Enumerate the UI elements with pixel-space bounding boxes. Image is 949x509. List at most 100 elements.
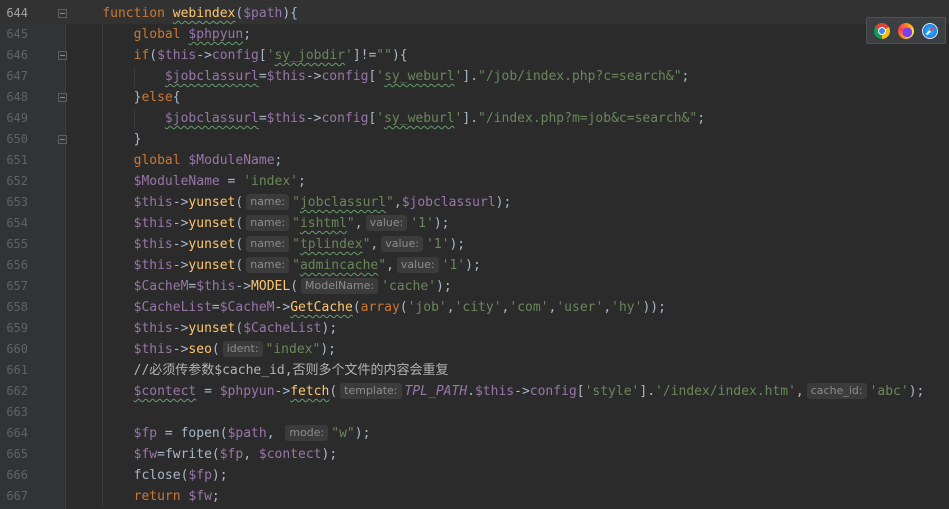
code-text[interactable]: $fw=fwrite($fp, $contect);	[71, 444, 337, 465]
code-text[interactable]: $this->yunset(name: "admincache", value: '1…	[71, 255, 481, 276]
code-line[interactable]: 652 $ModuleName = 'index';	[0, 171, 949, 192]
code-text[interactable]: $CacheM=$this->MODEL(ModelName:'cache');	[71, 276, 452, 297]
code-line[interactable]: 647 $jobclassurl=$this->config['sy_webur…	[0, 66, 949, 87]
code-line[interactable]: 659 $this->yunset($CacheList);	[0, 318, 949, 339]
line-number[interactable]: 666	[0, 465, 28, 486]
current-code-line[interactable]: 644 function webindex($path){	[0, 3, 949, 24]
safari-icon[interactable]	[922, 22, 938, 39]
variable-token: $this	[133, 321, 173, 336]
code-text[interactable]: $this->yunset($CacheList);	[71, 318, 337, 339]
code-text[interactable]: fclose($fp);	[71, 465, 228, 486]
line-number[interactable]: 655	[0, 234, 28, 255]
operator-token: =	[219, 174, 244, 189]
code-line[interactable]: 658 $CacheList=$CacheM->GetCache(array('…	[0, 297, 949, 318]
code-line[interactable]: 651 global $ModuleName;	[0, 150, 949, 171]
code-line[interactable]: 662 $contect = $phpyun->fetch(template: T…	[0, 381, 949, 402]
string-token: '	[376, 69, 385, 84]
string-token: 'hy'	[611, 300, 643, 315]
code-line[interactable]: 645 global $phpyun;	[0, 24, 949, 45]
code-line[interactable]: 655 $this->yunset(name: "tplindex", value:…	[0, 234, 949, 255]
code-text[interactable]: $this->yunset(name: "jobclassurl",$jobcla…	[71, 192, 511, 213]
code-text[interactable]: global $phpyun;	[71, 24, 251, 45]
code-line[interactable]: 648 }else{	[0, 87, 949, 108]
code-editor[interactable]: 644 function webindex($path){645 global …	[0, 0, 949, 509]
line-number[interactable]: 663	[0, 402, 28, 423]
operator-token: ,	[370, 237, 379, 252]
code-text[interactable]: if($this->config['sy_jobdir']!=""){	[71, 45, 408, 66]
indent-guide	[102, 465, 104, 486]
line-number[interactable]: 646	[0, 45, 28, 66]
line-number[interactable]: 649	[0, 108, 28, 129]
code-text[interactable]: }else{	[71, 87, 181, 108]
code-text[interactable]: return $fw;	[71, 486, 220, 507]
line-number[interactable]: 651	[0, 150, 28, 171]
code-line[interactable]: 649 $jobclassurl=$this->config['sy_webur…	[0, 108, 949, 129]
line-number[interactable]: 648	[0, 87, 28, 108]
line-number[interactable]: 661	[0, 360, 28, 381]
code-text[interactable]: function webindex($path){	[71, 3, 298, 24]
line-number[interactable]: 658	[0, 297, 28, 318]
line-number[interactable]: 652	[0, 171, 28, 192]
line-number[interactable]: 667	[0, 486, 28, 507]
line-number[interactable]: 657	[0, 276, 28, 297]
line-number[interactable]: 662	[0, 381, 28, 402]
variable-token: $ModuleName	[133, 174, 220, 189]
code-text[interactable]: }	[71, 129, 141, 150]
line-number[interactable]: 664	[0, 423, 28, 444]
code-line[interactable]: 653 $this->yunset(name: "jobclassurl",$jo…	[0, 192, 949, 213]
fold-toggle-icon[interactable]	[58, 93, 67, 102]
indent-guide	[102, 486, 104, 507]
code-text[interactable]: $jobclassurl=$this->config['sy_weburl'].…	[71, 66, 689, 87]
line-number[interactable]: 645	[0, 24, 28, 45]
line-number[interactable]: 653	[0, 192, 28, 213]
fold-toggle-icon[interactable]	[58, 9, 67, 18]
code-text[interactable]: $this->yunset(name: "ishtml", value: '1');	[71, 213, 449, 234]
firefox-icon[interactable]	[898, 22, 914, 39]
line-number[interactable]: 650	[0, 129, 28, 150]
code-line[interactable]: 656 $this->yunset(name: "admincache", valu…	[0, 255, 949, 276]
code-text[interactable]: $ModuleName = 'index';	[71, 171, 306, 192]
code-text[interactable]: $this->seo(ident: "index");	[71, 339, 336, 360]
code-line[interactable]: 660 $this->seo(ident: "index");	[0, 339, 949, 360]
code-line[interactable]: 661 //必须传参数$cache_id,否则多个文件的内容会重复	[0, 360, 949, 381]
code-text[interactable]: $fp = fopen($path, mode: "w");	[71, 423, 370, 444]
code-line[interactable]: 654 $this->yunset(name: "ishtml", value: '1…	[0, 213, 949, 234]
operator-token: );	[449, 237, 466, 252]
operator-token: }	[133, 132, 142, 147]
code-line[interactable]: 663	[0, 402, 949, 423]
line-number[interactable]: 656	[0, 255, 28, 276]
operator-token: (	[211, 342, 220, 357]
operator-token: );	[354, 426, 371, 441]
variable-token: $this	[133, 258, 173, 273]
code-text[interactable]: $CacheList=$CacheM->GetCache(array('job'…	[71, 297, 666, 318]
operator-token: ->	[235, 279, 252, 294]
code-text[interactable]: //必须传参数$cache_id,否则多个文件的内容会重复	[71, 360, 449, 381]
code-line[interactable]: 650 }	[0, 129, 949, 150]
operator-token: (	[211, 447, 220, 462]
line-number[interactable]: 644	[0, 3, 28, 24]
code-line[interactable]: 657 $CacheM=$this->MODEL(ModelName:'cach…	[0, 276, 949, 297]
code-text[interactable]: $jobclassurl=$this->config['sy_weburl'].…	[71, 108, 705, 129]
line-number[interactable]: 660	[0, 339, 28, 360]
code-line[interactable]: 666 fclose($fp);	[0, 465, 949, 486]
code-line[interactable]: 665 $fw=fwrite($fp, $contect);	[0, 444, 949, 465]
fold-toggle-icon[interactable]	[58, 135, 67, 144]
code-line[interactable]: 664 $fp = fopen($path, mode: "w");	[0, 423, 949, 444]
code-text[interactable]: $this->yunset(name: "tplindex", value: '1')…	[71, 234, 465, 255]
code-lines[interactable]: 644 function webindex($path){645 global …	[0, 3, 949, 507]
chrome-icon[interactable]	[874, 22, 890, 39]
code-line[interactable]: 646 if($this->config['sy_jobdir']!=""){	[0, 45, 949, 66]
variable-token: $jobclassurl	[164, 111, 259, 126]
line-number[interactable]: 654	[0, 213, 28, 234]
code-line[interactable]: 667 return $fw;	[0, 486, 949, 507]
line-number[interactable]: 659	[0, 318, 28, 339]
operator-token: );	[321, 447, 338, 462]
code-text[interactable]: global $ModuleName;	[71, 150, 282, 171]
line-number[interactable]: 665	[0, 444, 28, 465]
operator-token: =	[196, 384, 220, 399]
fold-toggle-icon[interactable]	[58, 51, 67, 60]
operator-token: );	[320, 342, 336, 357]
code-text[interactable]: $contect = $phpyun->fetch(template: TPL_P…	[71, 381, 924, 402]
variable-token: $this	[133, 342, 173, 357]
line-number[interactable]: 647	[0, 66, 28, 87]
